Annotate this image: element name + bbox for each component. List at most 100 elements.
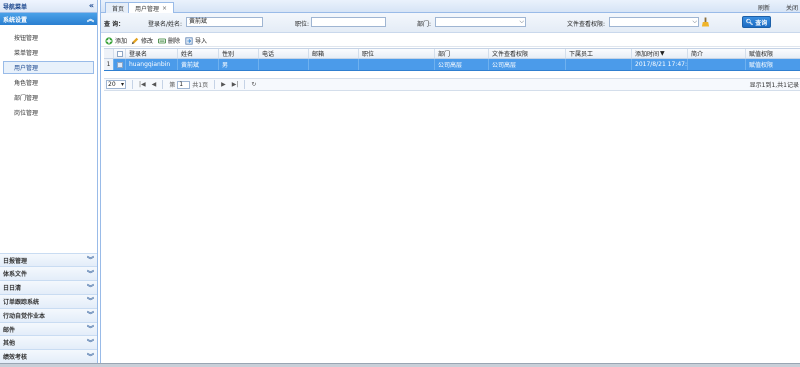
search-button-label: 查询 [755,19,768,27]
select-all-checkbox[interactable] [114,49,126,58]
column-header[interactable]: 赋值权限 [746,49,800,58]
nav-group-performance[interactable]: 绩效考核 ︾ [0,349,97,363]
perm-select[interactable]: ⌵ [609,17,699,27]
position-input[interactable] [311,17,386,27]
row-number: 1 [104,59,114,70]
column-header[interactable]: 邮箱 [309,49,359,58]
column-header[interactable]: 简介 [688,49,746,58]
pager-divider [214,80,216,89]
column-header[interactable]: 电话 [259,49,309,58]
cell-phone [259,59,309,70]
pager-info: 显示1到1,共1记录 [749,82,799,89]
clear-broom-icon[interactable] [701,17,710,27]
sidebar-item-dept-mgmt[interactable]: 部门管理 [3,91,94,104]
chevron-up-icon: ︽ [87,15,94,23]
cell-login: huangqianbin [126,59,178,70]
pencil-icon [131,37,139,44]
edit-button[interactable]: 修改 [131,36,153,45]
tab-bar: 首页 用户管理 × 刷新 关闭 [101,0,800,14]
import-button[interactable]: 导入 [185,36,207,45]
delete-label: 删除 [168,38,181,45]
cell-name: 黄前斌 [178,59,219,70]
refresh-link[interactable]: 刷新 [758,3,770,12]
column-header[interactable]: 部门 [435,49,489,58]
nav-items: 按钮管理 菜单管理 用户管理 角色管理 部门管理 岗位管理 [0,25,97,119]
cell-email [309,59,359,70]
refresh-icon[interactable]: ↻ [251,81,256,88]
add-label: 添加 [115,38,128,45]
chevron-down-icon: ︾ [87,283,94,292]
page-number-input[interactable]: 1 [177,80,191,89]
column-header[interactable]: 文件查看权限 [489,49,566,58]
navigation-panel: 导航菜单 « 系统设置 ︽ 按钮管理 菜单管理 用户管理 角色管理 部门管理 岗… [0,0,98,363]
cell-gender: 男 [219,59,259,70]
add-icon [105,36,113,45]
nav-group-order-tracking[interactable]: 订单跟踪系统 ︾ [0,294,97,308]
import-label: 导入 [195,38,208,45]
column-header[interactable]: 姓名 [178,49,219,58]
nav-group-mail[interactable]: 邮件 ︾ [0,321,97,336]
sidebar-item-user-mgmt[interactable]: 用户管理 [3,61,94,74]
pager-divider [162,80,164,89]
page-label-suffix: 共1页 [192,82,209,89]
nav-group-daily-report[interactable]: 日报管理 ︾ [0,252,97,267]
pager-divider [244,80,246,89]
column-header-sorted[interactable]: 添加时间 ▼ [632,49,688,58]
prev-page-icon[interactable]: ◀ [152,81,157,88]
sidebar-item-menu-mgmt[interactable]: 菜单管理 [3,46,94,59]
first-page-icon[interactable]: |◀ [139,81,146,88]
page-label-prefix: 第 [169,82,176,89]
page-size-value: 20 [108,81,116,88]
nav-group-label: 订单跟踪系统 [3,298,40,306]
close-icon[interactable]: × [162,5,167,12]
nav-group-daily-clear[interactable]: 日日清 ︾ [0,280,97,295]
sidebar-item-button-mgmt[interactable]: 按钮管理 [3,31,94,44]
last-page-icon[interactable]: ▶| [232,81,239,88]
chevron-down-icon: ︾ [87,352,94,361]
column-header[interactable]: 登录名 [126,49,178,58]
position-label: 职位: [295,21,310,28]
delete-button[interactable]: 删除 [158,36,180,45]
edit-label: 修改 [141,38,154,45]
add-button[interactable]: 添加 [105,36,127,45]
import-icon [185,36,193,45]
table-row[interactable]: 1 huangqianbin 黄前斌 男 公司高层 公司高层 2017/8/21… [104,59,800,71]
table-header-row: 登录名 姓名 性别 电话 邮箱 职位 部门 文件查看权限 下属员工 添加时间 ▼… [104,48,800,59]
row-number-header [104,49,114,58]
row-checkbox[interactable] [114,59,126,70]
login-name-input[interactable]: 黄前斌 [186,17,263,27]
chevron-down-icon: ︾ [87,325,94,333]
os-taskbar [0,363,800,367]
nav-group-label: 日报管理 [3,257,28,265]
perm-label: 文件查看权限: [567,21,606,28]
sidebar-item-label: 岗位管理 [14,110,39,117]
chevron-down-icon: ︾ [87,256,94,265]
next-page-icon[interactable]: ▶ [221,81,226,88]
nav-group-system-docs[interactable]: 体系文件 ︾ [0,266,97,281]
sidebar-item-post-mgmt[interactable]: 岗位管理 [3,106,94,119]
sidebar-item-label: 用户管理 [14,65,39,72]
page-size-select[interactable]: 20 ▾ [106,80,126,89]
toolbar: 添加 修改 删除 导入 [101,33,800,47]
assign-permission-link[interactable]: 赋值权限 [746,59,800,70]
checkbox-icon [116,61,123,68]
login-label: 登录名/姓名: [148,21,183,28]
collapse-panel-icon[interactable]: « [89,2,94,10]
column-header[interactable]: 性别 [219,49,259,58]
dept-select[interactable]: ⌵ [435,17,526,27]
nav-group-action-workbook[interactable]: 行动自觉作业本 ︾ [0,307,97,322]
nav-groups: 日报管理 ︾ 体系文件 ︾ 日日清 ︾ 订单跟踪系统 ︾ 行动自觉作业本 ︾ 邮件 ︾ 其他… [0,252,97,363]
nav-section-system-settings[interactable]: 系统设置 ︽ [0,13,97,25]
sidebar-item-role-mgmt[interactable]: 角色管理 [3,76,94,89]
column-header[interactable]: 下属员工 [566,49,632,58]
nav-group-label: 绩效考核 [3,354,28,362]
sidebar-item-label: 角色管理 [14,80,39,87]
main-area: 首页 用户管理 × 刷新 关闭 查 询： 登录名/姓名: 黄前斌 职位: 部门:… [100,0,800,363]
user-table: 登录名 姓名 性别 电话 邮箱 职位 部门 文件查看权限 下属员工 添加时间 ▼… [104,48,800,71]
close-link[interactable]: 关闭 [786,3,798,12]
pagination-bar: 20 ▾ |◀ ◀ 第 1 共1页 ▶ ▶| ↻ 显示1到1,共1记录 [104,78,800,91]
search-button[interactable]: 🔍︎ 查询 [742,16,771,28]
column-header[interactable]: 职位 [359,49,435,58]
checkbox-icon [116,50,123,57]
nav-group-other[interactable]: 其他 ︾ [0,335,97,350]
